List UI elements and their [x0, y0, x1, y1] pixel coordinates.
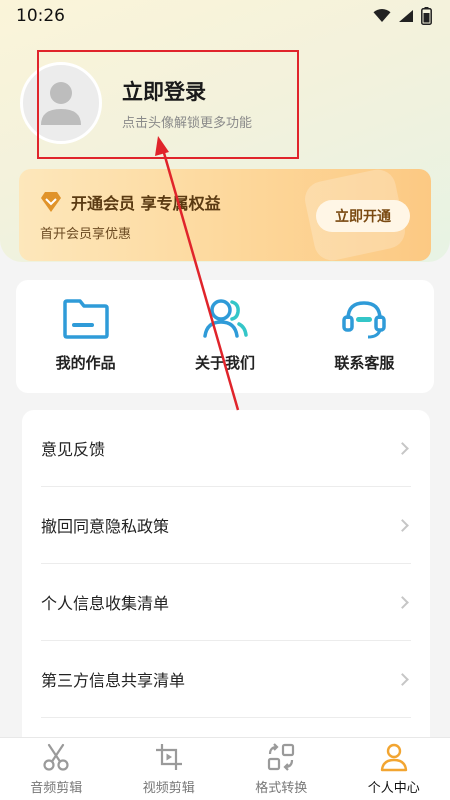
login-title[interactable]: 立即登录: [122, 76, 206, 106]
my-works-button[interactable]: 我的作品: [16, 280, 155, 393]
vip-subtitle: 首开会员享优惠: [40, 227, 132, 242]
default-avatar-icon: [41, 82, 81, 125]
contact-service-button[interactable]: 联系客服: [295, 280, 434, 393]
avatar[interactable]: [20, 62, 102, 144]
settings-menu: 意见反馈 撤回同意隐私政策 个人信息收集清单 第三方信息共享清单: [22, 410, 430, 750]
menu-item-personal-info-list[interactable]: 个人信息收集清单: [41, 564, 411, 641]
menu-item-label: 意见反馈: [41, 440, 106, 459]
tab-label: 视频剪辑: [142, 781, 195, 796]
tab-personal-center[interactable]: 个人中心: [338, 738, 450, 800]
person-icon: [377, 741, 411, 773]
tab-audio-edit[interactable]: 音频剪辑: [0, 738, 113, 800]
headset-icon: [340, 296, 388, 342]
chevron-right-icon: [396, 518, 409, 532]
signal-icon: [399, 10, 413, 22]
chevron-right-icon: [396, 672, 409, 686]
vip-open-button[interactable]: 立即开通: [316, 200, 410, 232]
menu-item-third-party-sharing[interactable]: 第三方信息共享清单: [41, 641, 411, 718]
wifi-icon: [373, 9, 391, 22]
login-subtitle: 点击头像解锁更多功能: [122, 116, 253, 131]
menu-item-label: 撤回同意隐私政策: [41, 517, 170, 536]
quick-label: 关于我们: [194, 354, 255, 372]
tab-format-convert[interactable]: 格式转换: [225, 738, 338, 800]
about-us-button[interactable]: 关于我们: [155, 280, 294, 393]
video-crop-icon: [152, 741, 186, 773]
convert-icon: [264, 741, 298, 773]
tab-label: 音频剪辑: [30, 781, 83, 796]
vip-title: 开通会员 享专属权益: [71, 194, 221, 213]
tab-label: 格式转换: [255, 781, 308, 796]
status-time: 10:26: [16, 6, 65, 26]
login-area[interactable]: 立即登录 点击头像解锁更多功能: [20, 62, 300, 154]
status-bar: 10:26: [0, 0, 450, 32]
menu-item-label: 个人信息收集清单: [41, 594, 170, 613]
diamond-crown-icon: [41, 192, 61, 212]
chevron-right-icon: [396, 595, 409, 609]
vip-banner[interactable]: 开通会员 享专属权益 首开会员享优惠 立即开通: [19, 169, 431, 261]
tab-label: 个人中心: [367, 781, 420, 796]
battery-icon: [421, 7, 432, 25]
quick-label: 我的作品: [55, 354, 116, 372]
menu-item-feedback[interactable]: 意见反馈: [41, 410, 411, 487]
people-icon: [201, 296, 249, 342]
scissors-icon: [39, 741, 73, 773]
quick-actions: 我的作品 关于我们 联系客服: [16, 280, 434, 393]
menu-item-label: 第三方信息共享清单: [41, 671, 186, 690]
folder-icon: [62, 296, 110, 342]
menu-item-revoke-privacy[interactable]: 撤回同意隐私政策: [41, 487, 411, 564]
chevron-right-icon: [396, 441, 409, 455]
tab-video-edit[interactable]: 视频剪辑: [113, 738, 226, 800]
bottom-tab-bar: 音频剪辑 视频剪辑 格式转换 个人中心: [0, 737, 450, 800]
quick-label: 联系客服: [334, 354, 395, 372]
status-icons: [373, 7, 432, 25]
